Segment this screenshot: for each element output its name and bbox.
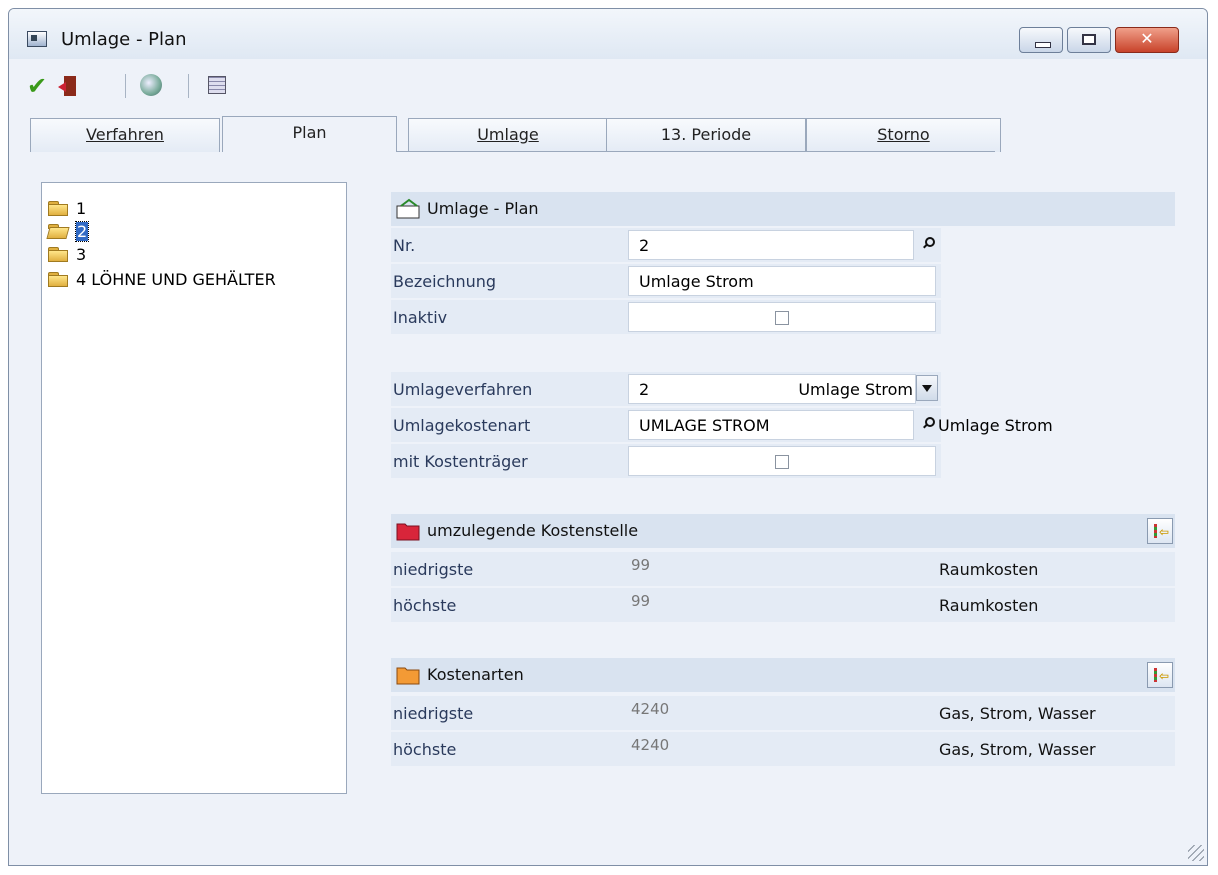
inaktiv-label: Inaktiv <box>393 308 448 327</box>
range-value[interactable]: 99 <box>631 556 650 574</box>
tree-item[interactable]: 2 <box>46 220 90 242</box>
umlagekostenart-field[interactable]: UMLAGE STROM <box>628 410 914 440</box>
tree-item[interactable]: 1 <box>48 197 86 219</box>
range-description: Raumkosten <box>939 596 1039 615</box>
tree-item[interactable]: 4 LÖHNE UND GEHÄLTER <box>48 268 276 290</box>
bezeichnung-field[interactable]: Umlage Strom <box>628 266 936 296</box>
umlagekostenart-search-button[interactable] <box>916 412 940 434</box>
folder-icon <box>48 246 68 262</box>
umlageverfahren-label: Umlageverfahren <box>393 380 533 399</box>
window-title: Umlage - Plan <box>61 29 187 50</box>
tab-label: Storno <box>877 125 930 144</box>
kostentraeger-label: mit Kostenträger <box>393 452 528 471</box>
nr-search-button[interactable] <box>916 232 940 254</box>
tab-storno[interactable]: Storno <box>806 118 1001 152</box>
orange-folder-icon <box>395 664 423 686</box>
tab-plan[interactable]: Plan <box>222 116 397 152</box>
nr-label: Nr. <box>393 236 416 255</box>
folder-open-icon <box>46 223 70 239</box>
tab-label: Umlage <box>477 125 539 144</box>
bezeichnung-value: Umlage Strom <box>639 272 754 291</box>
range-label: höchste <box>393 596 457 615</box>
umlageverfahren-text: Umlage Strom <box>798 380 913 399</box>
plan-section-header: Umlage - Plan <box>391 192 1175 226</box>
title-bar[interactable]: Umlage - Plan ✕ <box>9 9 1207 59</box>
tree-item-label: 4 LÖHNE UND GEHÄLTER <box>76 269 276 289</box>
tab-label: Plan <box>292 123 327 142</box>
kostenstelle-min-row: niedrigste 99 Raumkosten <box>391 552 1175 586</box>
range-value[interactable]: 4240 <box>631 736 669 754</box>
umlageverfahren-value: 2 <box>639 380 650 399</box>
bezeichnung-label: Bezeichnung <box>393 272 497 291</box>
tree-item[interactable]: 3 <box>48 243 86 265</box>
toolbar-separator <box>125 74 126 98</box>
maximize-button[interactable] <box>1067 27 1111 53</box>
minimize-button[interactable] <box>1019 27 1063 53</box>
tab-umlage[interactable]: Umlage <box>408 118 608 152</box>
arrow-left-icon: ⇦ <box>1159 669 1170 683</box>
plan-tree[interactable]: 1 2 3 4 LÖHNE UND GEHÄLTER <box>41 182 347 794</box>
range-description: Gas, Strom, Wasser <box>939 704 1096 723</box>
minimize-icon <box>1035 42 1051 48</box>
close-icon: ✕ <box>1140 29 1154 48</box>
range-value[interactable]: 4240 <box>631 700 669 718</box>
plan-section-icon <box>395 198 423 220</box>
tab-divider <box>395 151 995 152</box>
kostenstelle-max-row: höchste 99 Raumkosten <box>391 588 1175 622</box>
close-button[interactable]: ✕ <box>1115 27 1179 53</box>
kostenarten-title: Kostenarten <box>427 665 524 684</box>
kostentraeger-field <box>628 446 936 476</box>
tree-item-label: 2 <box>74 220 90 242</box>
magnifier-icon <box>923 237 935 247</box>
umlagekostenart-label: Umlagekostenart <box>393 416 531 435</box>
range-label: niedrigste <box>393 704 474 723</box>
magnifier-icon <box>923 417 935 427</box>
red-folder-icon <box>395 520 423 542</box>
kostenstelle-insert-button[interactable]: ⇦ <box>1147 518 1173 544</box>
range-description: Raumkosten <box>939 560 1039 579</box>
kostenstelle-section-header: umzulegende Kostenstelle <box>391 514 1175 548</box>
kostenarten-min-row: niedrigste 4240 Gas, Strom, Wasser <box>391 696 1175 730</box>
umlageverfahren-dropdown-button[interactable] <box>916 375 938 401</box>
umlagekostenart-value: UMLAGE STROM <box>639 416 770 435</box>
tree-item-label: 1 <box>76 198 87 218</box>
recycle-icon[interactable] <box>140 74 162 96</box>
inaktiv-checkbox[interactable] <box>775 311 789 325</box>
folder-icon <box>48 271 68 287</box>
range-label: niedrigste <box>393 560 474 579</box>
nr-field[interactable]: 2 <box>628 230 914 260</box>
umlagekostenart-description: Umlage Strom <box>938 416 1053 435</box>
range-description: Gas, Strom, Wasser <box>939 740 1096 759</box>
save-check-icon[interactable]: ✔ <box>27 72 47 100</box>
report-grid-icon[interactable] <box>208 76 226 94</box>
toolbar-separator <box>188 74 189 98</box>
app-icon <box>27 31 47 47</box>
exit-door-icon[interactable] <box>58 76 78 96</box>
kostenarten-max-row: höchste 4240 Gas, Strom, Wasser <box>391 732 1175 766</box>
tab-label: Verfahren <box>86 125 164 144</box>
kostenarten-insert-button[interactable]: ⇦ <box>1147 662 1173 688</box>
kostenarten-section-header: Kostenarten <box>391 658 1175 692</box>
kostenstelle-title: umzulegende Kostenstelle <box>427 521 639 540</box>
umlageverfahren-select[interactable]: 2 Umlage Strom <box>628 374 916 404</box>
nr-value: 2 <box>639 236 650 255</box>
tab-verfahren[interactable]: Verfahren <box>30 118 220 152</box>
folder-icon <box>48 200 68 216</box>
resize-grip[interactable] <box>1188 845 1204 861</box>
range-value[interactable]: 99 <box>631 592 650 610</box>
tab-label: 13. Periode <box>660 125 752 144</box>
kostentraeger-checkbox[interactable] <box>775 455 789 469</box>
maximize-icon <box>1082 34 1096 45</box>
tree-item-label: 3 <box>76 244 87 264</box>
range-label: höchste <box>393 740 457 759</box>
plan-section-title: Umlage - Plan <box>427 199 539 218</box>
arrow-left-icon: ⇦ <box>1159 525 1170 539</box>
inaktiv-field <box>628 302 936 332</box>
tab-13-periode[interactable]: 13. Periode <box>606 118 806 152</box>
